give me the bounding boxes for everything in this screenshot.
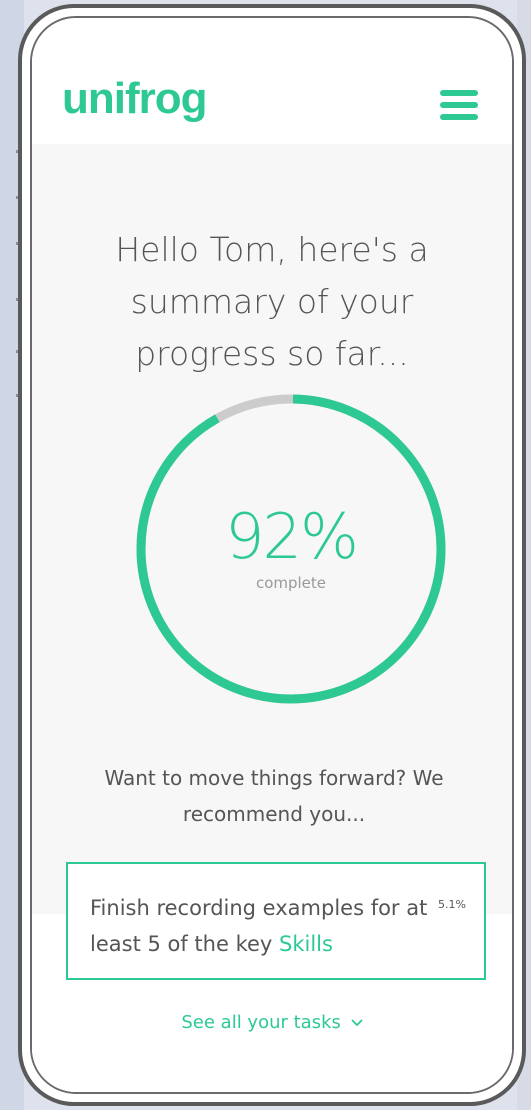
task-card[interactable]: Finish recording examples for at least 5… bbox=[66, 862, 486, 980]
menu-bar bbox=[440, 90, 478, 96]
recommendation-text: Want to move things forward? We recommen… bbox=[104, 766, 444, 826]
menu-bar bbox=[440, 114, 478, 120]
see-all-tasks-link[interactable]: See all your tasks bbox=[32, 1012, 512, 1033]
app-header: unifrog bbox=[32, 18, 512, 144]
progress-ring: 92% complete bbox=[132, 390, 450, 708]
chevron-down-icon bbox=[350, 1019, 363, 1027]
skills-link[interactable]: Skills bbox=[279, 932, 333, 956]
hamburger-icon[interactable] bbox=[440, 90, 478, 120]
menu-bar bbox=[440, 102, 478, 108]
unifrog-logo[interactable]: unifrog bbox=[62, 74, 208, 124]
progress-label: complete bbox=[255, 574, 327, 592]
progress-percent: 92% bbox=[225, 500, 359, 573]
phone-frame: unifrog Hello Tom, here's a summary of y… bbox=[18, 4, 526, 1106]
task-text: Finish recording examples for at least 5… bbox=[90, 890, 430, 962]
task-description: Finish recording examples for at least 5… bbox=[90, 896, 428, 956]
progress-summary-section: Hello Tom, here's a summary of your prog… bbox=[32, 144, 512, 1092]
task-percent: 5.1% bbox=[438, 898, 466, 911]
greeting-heading: Hello Tom, here's a summary of your prog… bbox=[115, 230, 429, 373]
see-all-label: See all your tasks bbox=[181, 1012, 341, 1033]
phone-screen: unifrog Hello Tom, here's a summary of y… bbox=[30, 16, 514, 1094]
